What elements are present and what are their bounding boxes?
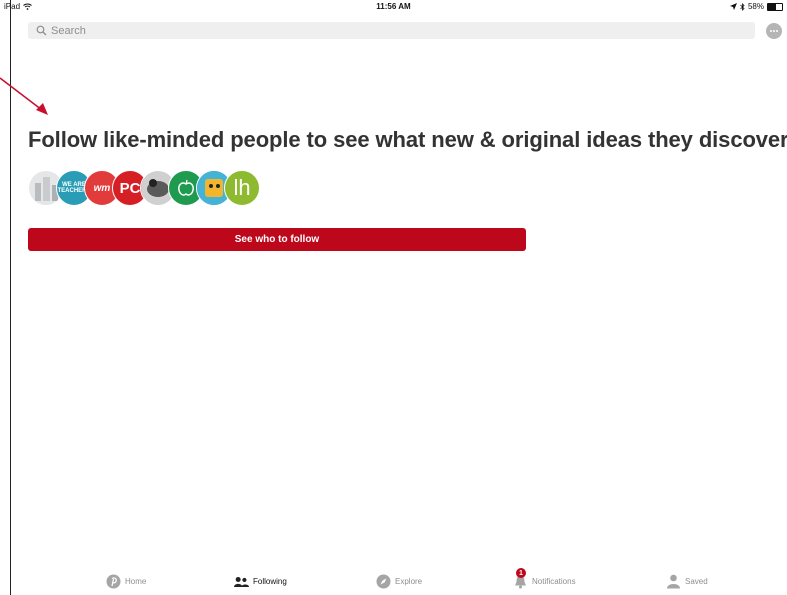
people-icon [234,574,249,589]
person-icon [666,574,681,589]
bottom-tab-bar: Home Following Explore 1 Notifications S… [0,566,787,595]
lh-avatar: lh [224,170,260,206]
see-who-to-follow-button[interactable]: See who to follow [28,228,526,251]
search-input[interactable]: Search [51,25,86,37]
messages-button[interactable] [766,23,782,39]
tab-home[interactable]: Home [106,574,146,589]
clock: 11:56 AM [376,2,411,11]
tab-following-label: Following [253,577,287,586]
tab-home-label: Home [125,577,147,586]
tab-explore-label: Explore [395,577,423,586]
tab-explore[interactable]: Explore [376,574,422,589]
page-headline: Follow like-minded people to see what ne… [28,127,787,152]
compass-icon [376,574,391,589]
tab-saved-label: Saved [685,577,708,586]
battery-percent: 58% [747,2,764,11]
annotation-arrow-icon [0,77,48,115]
tab-notifications-label: Notifications [532,577,576,586]
battery-icon [767,2,783,11]
status-right: 58% [729,2,783,11]
battery-level [768,3,777,10]
tab-following[interactable]: Following [234,574,287,589]
status-bar: iPad 11:56 AM 58% [0,0,787,14]
search-icon [36,25,47,36]
tab-saved[interactable]: Saved [666,574,708,589]
bell-icon: 1 [513,568,528,589]
notification-count-badge: 1 [516,568,526,578]
location-arrow-icon [729,3,737,10]
tab-notifications[interactable]: 1 Notifications [513,568,576,589]
search-bar[interactable]: Search [28,22,755,39]
bluetooth-icon [740,2,745,11]
pinterest-icon [106,574,121,589]
chat-bubble-icon [770,30,778,32]
